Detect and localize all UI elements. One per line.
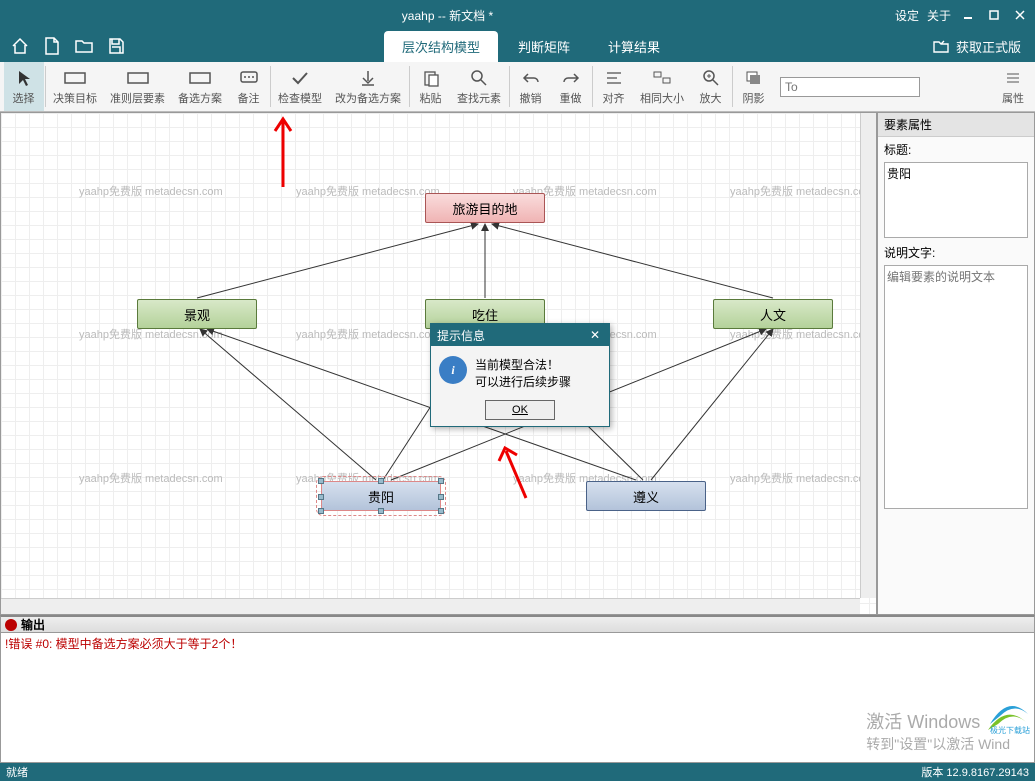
tab-hierarchy-model[interactable]: 层次结构模型 bbox=[384, 31, 498, 62]
open-file-icon[interactable] bbox=[70, 33, 98, 59]
tool-zoom[interactable]: 放大 bbox=[691, 62, 731, 111]
tool-decision-goal[interactable]: 决策目标 bbox=[47, 62, 104, 111]
tab-judgment-matrix[interactable]: 判断矩阵 bbox=[500, 31, 588, 62]
tool-same-size[interactable]: 相同大小 bbox=[634, 62, 691, 111]
tab-results[interactable]: 计算结果 bbox=[590, 31, 678, 62]
zoom-in-icon bbox=[702, 67, 720, 89]
output-panel-header[interactable]: 输出 bbox=[0, 615, 1035, 633]
get-full-version-label: 获取正式版 bbox=[956, 37, 1021, 56]
down-arrow-icon bbox=[360, 67, 376, 89]
dialog-message: 当前模型合法！ 可以进行后续步骤 bbox=[475, 356, 571, 390]
to-input[interactable] bbox=[780, 77, 920, 97]
check-icon bbox=[290, 67, 310, 89]
ribbon-toolbar: 选择 决策目标 准则层要素 备选方案 备注 检查模型 改为备选方案 粘贴 查找元… bbox=[0, 62, 1035, 112]
app-title: yaahp -- 新文档 * bbox=[0, 7, 895, 24]
info-icon: i bbox=[439, 356, 467, 384]
resize-handle[interactable] bbox=[438, 508, 444, 514]
undo-icon bbox=[522, 67, 540, 89]
paste-icon bbox=[422, 67, 440, 89]
node-goal[interactable]: 旅游目的地 bbox=[425, 193, 545, 223]
dialog-title: 提示信息 bbox=[437, 327, 485, 344]
same-size-icon bbox=[652, 67, 672, 89]
note-icon bbox=[239, 67, 259, 89]
status-bar: 就绪 版本 12.9.8167.29143 bbox=[0, 763, 1035, 781]
desc-field-label: 说明文字: bbox=[878, 240, 1034, 263]
jiguang-logo-icon: 极光下载站 bbox=[984, 700, 1032, 734]
error-bullet-icon bbox=[5, 619, 17, 631]
dialog-ok-button[interactable]: OK bbox=[485, 400, 555, 420]
resize-handle[interactable] bbox=[318, 478, 324, 484]
to-input-wrap bbox=[780, 77, 920, 97]
quick-toolbar: 层次结构模型 判断矩阵 计算结果 获取正式版 bbox=[0, 30, 1035, 62]
tool-properties[interactable]: 属性 bbox=[996, 62, 1031, 111]
criteria-rect-icon bbox=[127, 67, 149, 89]
tool-paste[interactable]: 粘贴 bbox=[411, 62, 451, 111]
red-arrow-annotation bbox=[265, 113, 305, 193]
resize-handle[interactable] bbox=[318, 508, 324, 514]
alt-rect-icon bbox=[189, 67, 211, 89]
title-bar: yaahp -- 新文档 * 设定 关于 bbox=[0, 0, 1035, 30]
status-version: 版本 12.9.8167.29143 bbox=[921, 764, 1029, 780]
desc-field[interactable] bbox=[884, 265, 1028, 509]
resize-handle[interactable] bbox=[438, 478, 444, 484]
red-arrow-annotation bbox=[491, 443, 541, 503]
title-field[interactable]: 贵阳 bbox=[884, 162, 1028, 238]
node-alternative-0[interactable]: 贵阳 bbox=[321, 481, 441, 511]
resize-handle[interactable] bbox=[378, 478, 384, 484]
resize-handle[interactable] bbox=[438, 494, 444, 500]
maximize-button[interactable] bbox=[985, 6, 1003, 24]
new-file-icon[interactable] bbox=[38, 33, 66, 59]
tool-select[interactable]: 选择 bbox=[4, 62, 44, 111]
about-link[interactable]: 关于 bbox=[927, 7, 951, 24]
tool-criteria-element[interactable]: 准则层要素 bbox=[104, 62, 172, 111]
output-header-label: 输出 bbox=[21, 616, 45, 633]
resize-handle[interactable] bbox=[318, 494, 324, 500]
dialog-close-button[interactable]: ✕ bbox=[587, 328, 603, 342]
minimize-button[interactable] bbox=[959, 6, 977, 24]
title-field-label: 标题: bbox=[878, 137, 1034, 160]
properties-panel: 要素属性 标题: 贵阳 说明文字: bbox=[877, 112, 1035, 615]
search-icon bbox=[470, 67, 488, 89]
goal-rect-icon bbox=[64, 67, 86, 89]
tool-redo[interactable]: 重做 bbox=[551, 62, 591, 111]
tool-note[interactable]: 备注 bbox=[229, 62, 269, 111]
tool-find-element[interactable]: 查找元素 bbox=[451, 62, 508, 111]
tool-undo[interactable]: 撤销 bbox=[511, 62, 551, 111]
close-button[interactable] bbox=[1011, 6, 1029, 24]
status-ready: 就绪 bbox=[6, 764, 28, 780]
align-icon bbox=[605, 67, 623, 89]
tool-shadow[interactable]: 阴影 bbox=[734, 62, 774, 111]
tool-change-to-alternative[interactable]: 改为备选方案 bbox=[329, 62, 408, 111]
info-dialog: 提示信息 ✕ i 当前模型合法！ 可以进行后续步骤 OK bbox=[430, 323, 610, 427]
shadow-icon bbox=[745, 67, 763, 89]
tool-align[interactable]: 对齐 bbox=[594, 62, 634, 111]
properties-panel-header: 要素属性 bbox=[878, 113, 1034, 137]
resize-handle[interactable] bbox=[378, 508, 384, 514]
home-icon[interactable] bbox=[6, 33, 34, 59]
output-line: !错误 #0: 模型中备选方案必须大于等于2个！ bbox=[5, 635, 1030, 652]
tool-check-model[interactable]: 检查模型 bbox=[272, 62, 329, 111]
properties-icon bbox=[1005, 67, 1021, 89]
node-criteria-0[interactable]: 景观 bbox=[137, 299, 257, 329]
dialog-title-bar[interactable]: 提示信息 ✕ bbox=[431, 324, 609, 346]
redo-icon bbox=[562, 67, 580, 89]
tool-alternative[interactable]: 备选方案 bbox=[172, 62, 229, 111]
get-full-version-button[interactable]: 获取正式版 bbox=[932, 37, 1029, 56]
save-icon[interactable] bbox=[102, 33, 130, 59]
node-alternative-1[interactable]: 遵义 bbox=[586, 481, 706, 511]
svg-text:极光下载站: 极光下载站 bbox=[990, 725, 1030, 734]
settings-link[interactable]: 设定 bbox=[895, 7, 919, 24]
cursor-icon bbox=[16, 67, 32, 89]
output-panel: !错误 #0: 模型中备选方案必须大于等于2个！ 激活 Windows 转到"设… bbox=[0, 633, 1035, 763]
node-criteria-2[interactable]: 人文 bbox=[713, 299, 833, 329]
